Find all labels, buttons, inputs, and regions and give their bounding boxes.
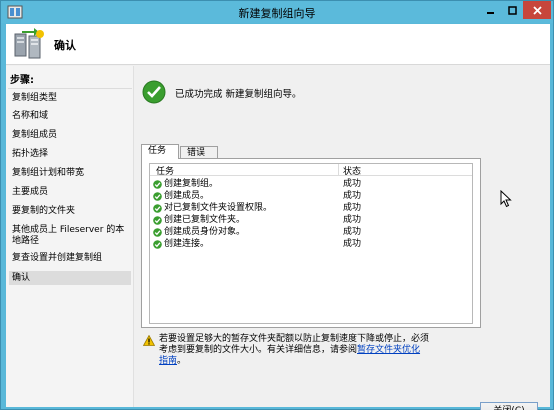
- title-bar[interactable]: 新建复制组向导: [1, 1, 553, 23]
- steps-heading: 步骤:: [8, 71, 132, 89]
- replication-group-icon: [14, 28, 44, 59]
- row-task: 对已复制文件夹设置权限。: [164, 203, 273, 213]
- step-item: 复制组成员: [12, 130, 58, 140]
- step-item: 复制组计划和带宽: [12, 168, 85, 178]
- row-status: 成功: [343, 191, 362, 201]
- close-window-button[interactable]: [523, 1, 551, 19]
- table-row[interactable]: 创建复制组。 成功: [150, 178, 472, 190]
- step-item: 名称和域: [12, 111, 49, 121]
- step-item-current: 确认: [9, 271, 131, 285]
- table-row[interactable]: 对已复制文件夹设置权限。 成功: [150, 202, 472, 214]
- step-item: 主要成员: [12, 187, 49, 197]
- row-status: 成功: [343, 239, 362, 249]
- wizard-client-area: 确认 步骤: 复制组类型 名称和域 复制组成员 拓扑选择 复制组计划和带宽 主要…: [6, 24, 550, 410]
- close-button[interactable]: 关闭(C): [480, 402, 538, 410]
- step-item: 复制组类型: [12, 93, 58, 103]
- page-title: 确认: [54, 39, 76, 52]
- row-task: 创建复制组。: [164, 179, 219, 189]
- step-item: 复查设置并创建复制组: [12, 253, 103, 263]
- step-item: 要复制的文件夹: [12, 206, 76, 216]
- success-check-icon: [153, 180, 162, 189]
- row-status: 成功: [343, 203, 362, 213]
- row-status: 成功: [343, 215, 362, 225]
- task-list[interactable]: 任务 状态 创建复制组。 成功 创建成员。 成功 对已复制文件夹设置权限。 成功…: [149, 163, 473, 324]
- wizard-header: 确认: [6, 24, 550, 65]
- row-status: 成功: [343, 227, 362, 237]
- row-task: 创建成员。: [164, 191, 210, 201]
- main-panel: 已成功完成 新建复制组向导。 任务 错误 任务 状态 创建复制组。 成功 创建成…: [137, 66, 550, 410]
- steps-sidebar: 步骤: 复制组类型 名称和域 复制组成员 拓扑选择 复制组计划和带宽 主要成员 …: [6, 66, 134, 407]
- wizard-window: 新建复制组向导 确认 步骤: 复制组类型 名称和域 复制组成员 拓扑选择 复制组…: [0, 0, 554, 410]
- window-title: 新建复制组向导: [238, 7, 316, 20]
- row-status: 成功: [343, 179, 362, 189]
- warning-icon: [143, 335, 155, 346]
- mouse-cursor-icon: [500, 190, 512, 208]
- close-icon: [532, 5, 542, 15]
- table-row[interactable]: 创建连接。 成功: [150, 238, 472, 250]
- success-check-icon: [153, 216, 162, 225]
- success-check-icon: [142, 80, 166, 104]
- success-check-icon: [153, 228, 162, 237]
- column-header-status[interactable]: 状态: [343, 164, 361, 177]
- maximize-button[interactable]: [501, 1, 523, 19]
- row-task: 创建成员身份对象。: [164, 227, 246, 237]
- column-header-task[interactable]: 任务: [156, 164, 174, 177]
- minimize-button[interactable]: [479, 1, 501, 19]
- tab-panel: 任务 状态 创建复制组。 成功 创建成员。 成功 对已复制文件夹设置权限。 成功…: [141, 158, 481, 328]
- row-task: 创建已复制文件夹。: [164, 215, 246, 225]
- success-check-icon: [153, 204, 162, 213]
- success-message: 已成功完成 新建复制组向导。: [175, 89, 302, 100]
- column-separator[interactable]: [338, 164, 339, 176]
- minimize-icon: [486, 11, 494, 14]
- table-row[interactable]: 创建已复制文件夹。 成功: [150, 214, 472, 226]
- list-header: 任务 状态: [150, 164, 472, 177]
- warning-message: 若要设置足够大的暂存文件夹配额以防止复制速度下降或停止，必须考虑到要复制的文件大…: [159, 334, 429, 367]
- table-row[interactable]: 创建成员。 成功: [150, 190, 472, 202]
- success-check-icon: [153, 240, 162, 249]
- success-check-icon: [153, 192, 162, 201]
- tab-tasks[interactable]: 任务: [141, 144, 179, 159]
- maximize-icon: [507, 5, 517, 15]
- step-item: 拓扑选择: [12, 149, 49, 159]
- row-task: 创建连接。: [164, 239, 210, 249]
- warning-suffix: 。: [177, 356, 187, 366]
- table-row[interactable]: 创建成员身份对象。 成功: [150, 226, 472, 238]
- step-item: 其他成员上 Fileserver 的本地路径: [12, 225, 125, 246]
